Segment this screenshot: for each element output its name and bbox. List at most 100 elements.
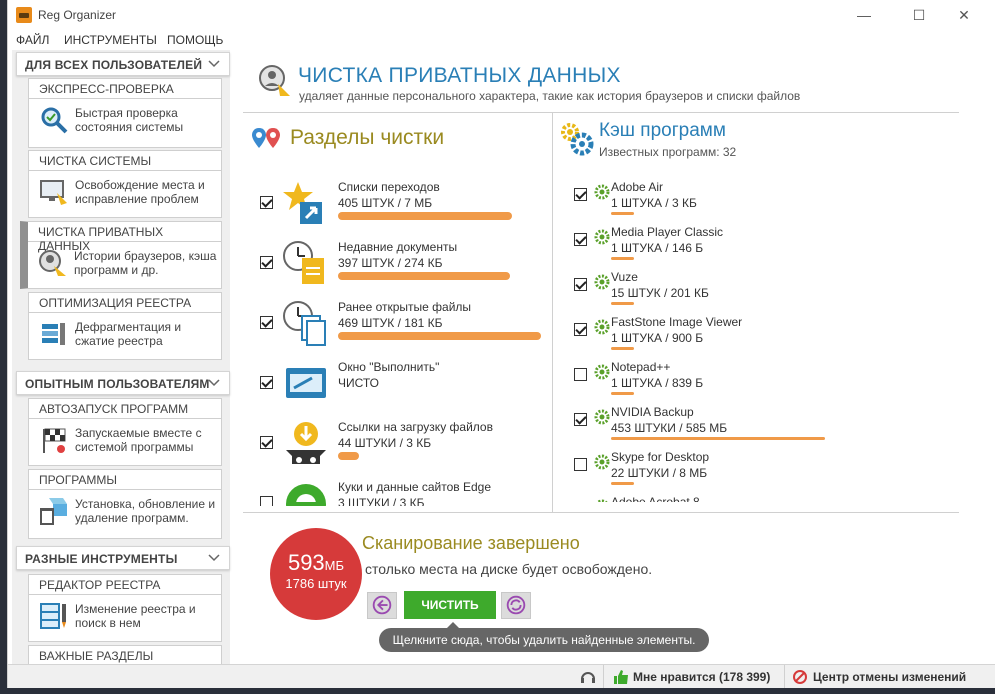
- cache-item[interactable]: Notepad++ 1 ШТУКА / 839 Б: [574, 360, 958, 400]
- undo-center-icon: [793, 670, 807, 684]
- item-checkbox[interactable]: [574, 368, 587, 381]
- item-name: Списки переходов: [338, 180, 440, 194]
- item-checkbox[interactable]: [574, 413, 587, 426]
- cleanup-item-icon: [282, 480, 330, 506]
- card-desc: Истории браузеров, кэша программ и др.: [74, 249, 217, 277]
- cache-item[interactable]: Vuze 15 ШТУК / 201 КБ: [574, 270, 958, 310]
- result-summary-circle: 593МБ 1786 штук: [270, 528, 362, 620]
- item-name: Media Player Classic: [611, 225, 724, 239]
- item-name: Ранее открытые файлы: [338, 300, 472, 314]
- item-checkbox[interactable]: [574, 188, 587, 201]
- item-checkbox[interactable]: [260, 256, 273, 269]
- arrow-left-icon: [372, 595, 392, 615]
- cleanup-item[interactable]: Окно "Выполнить" ЧИСТО: [260, 360, 552, 416]
- group-advanced-users[interactable]: ОПЫТНЫМ ПОЛЬЗОВАТЕЛЯМ: [16, 371, 230, 395]
- gear-icon: [594, 454, 610, 470]
- divider: [243, 512, 959, 513]
- cleanup-item-icon: [282, 180, 330, 228]
- thumbs-up-icon: [614, 670, 628, 684]
- nav-startup-programs[interactable]: АВТОЗАПУСК ПРОГРАММ Запускаемые вместе с…: [28, 398, 222, 466]
- item-checkbox[interactable]: [260, 376, 273, 389]
- nav-registry-optimization[interactable]: ОПТИМИЗАЦИЯ РЕЕСТРА Дефрагментация и сжа…: [28, 292, 222, 360]
- registry-editor-icon: [40, 603, 66, 629]
- magnifier-check-icon: [41, 107, 68, 134]
- map-pins-icon: [252, 128, 280, 148]
- app-window: Reg Organizer — ☐ ✕ ФАЙЛ ИНСТРУМЕНТЫ ПОМ…: [7, 0, 995, 689]
- undo-center-button[interactable]: Центр отмены изменений: [813, 670, 966, 684]
- page-subtitle: удаляет данные персонального характера, …: [299, 89, 801, 103]
- item-checkbox[interactable]: [574, 323, 587, 336]
- clean-button[interactable]: ЧИСТИТЬ: [404, 591, 496, 619]
- nav-programs[interactable]: ПРОГРАММЫ Установка, обновление и удален…: [28, 469, 222, 539]
- menu-tools[interactable]: ИНСТРУМЕНТЫ: [64, 33, 157, 47]
- gear-icon: [594, 229, 610, 245]
- cache-list: Adobe Air 1 ШТУКА / 3 КБ Media Player Clas…: [554, 170, 958, 502]
- gear-icon: [594, 409, 610, 425]
- nav-system-cleanup[interactable]: ЧИСТКА СИСТЕМЫ Освобождение места и испр…: [28, 150, 222, 218]
- cleanup-item-icon: [282, 300, 330, 348]
- like-button[interactable]: Мне нравится (178 399): [633, 670, 770, 684]
- group-label: РАЗНЫЕ ИНСТРУМЕНТЫ: [25, 552, 178, 566]
- item-checkbox[interactable]: [260, 496, 273, 506]
- cleanup-item-icon: [282, 420, 330, 468]
- item-checkbox[interactable]: [260, 316, 273, 329]
- item-size-bar: [611, 482, 634, 485]
- cleanup-item-icon: [282, 360, 330, 408]
- item-size-bar: [338, 272, 510, 280]
- item-name: Окно "Выполнить": [338, 360, 440, 374]
- item-size-bar: [611, 392, 634, 395]
- divider: [243, 112, 959, 113]
- cleanup-item[interactable]: Недавние документы 397 ШТУК / 274 КБ: [260, 240, 552, 296]
- result-count: 1786 штук: [285, 576, 347, 591]
- cache-item[interactable]: Skype for Desktop 22 ШТУКИ / 8 МБ: [574, 450, 958, 490]
- maximize-button[interactable]: ☐: [897, 4, 941, 26]
- item-name: Ссылки на загрузку файлов: [338, 420, 493, 434]
- item-name: Vuze: [611, 270, 638, 284]
- minimize-button[interactable]: —: [842, 4, 886, 26]
- chevron-down-icon: [208, 379, 220, 387]
- result-size-value: 593: [287, 550, 325, 575]
- card-desc: Освобождение места и исправление проблем: [75, 178, 205, 206]
- back-button[interactable]: [367, 592, 397, 619]
- cache-item[interactable]: FastStone Image Viewer 1 ШТУКА / 900 Б: [574, 315, 958, 355]
- window-title: Reg Organizer: [38, 8, 117, 22]
- nav-express-check[interactable]: ЭКСПРЕСС-ПРОВЕРКА Быстрая проверка состо…: [28, 78, 222, 148]
- item-name: Adobe Acrobat 8: [611, 495, 700, 502]
- divider: [552, 112, 553, 512]
- app-logo-icon: [16, 7, 32, 23]
- item-checkbox[interactable]: [260, 196, 273, 209]
- cleanup-item[interactable]: Списки переходов 405 ШТУК / 7 МБ: [260, 180, 552, 236]
- item-checkbox[interactable]: [574, 233, 587, 246]
- item-size-bar: [338, 332, 541, 340]
- menu-file[interactable]: ФАЙЛ: [16, 33, 49, 47]
- cache-item[interactable]: Adobe Acrobat 8: [574, 495, 958, 502]
- headset-icon[interactable]: [580, 669, 596, 685]
- section-subtitle-cache: Известных программ: 32: [599, 145, 737, 159]
- group-misc-tools[interactable]: РАЗНЫЕ ИНСТРУМЕНТЫ: [16, 546, 230, 570]
- refresh-icon: [506, 595, 526, 615]
- item-checkbox[interactable]: [574, 278, 587, 291]
- cleanup-item[interactable]: Ссылки на загрузку файлов 44 ШТУКИ / 3 КБ: [260, 420, 552, 476]
- cache-item[interactable]: NVIDIA Backup 453 ШТУКИ / 585 МБ: [574, 405, 958, 445]
- chevron-down-icon: [208, 554, 220, 562]
- group-all-users[interactable]: ДЛЯ ВСЕХ ПОЛЬЗОВАТЕЛЕЙ: [16, 52, 230, 76]
- cache-item[interactable]: Adobe Air 1 ШТУКА / 3 КБ: [574, 180, 958, 220]
- item-size: ЧИСТО: [338, 376, 380, 390]
- page-title: ЧИСТКА ПРИВАТНЫХ ДАННЫХ: [298, 64, 621, 87]
- cleanup-item-icon: [282, 240, 330, 288]
- monitor-broom-icon: [40, 180, 67, 205]
- rescan-button[interactable]: [501, 592, 531, 619]
- menu-help[interactable]: ПОМОЩЬ: [167, 33, 223, 47]
- close-button[interactable]: ✕: [942, 4, 986, 26]
- item-checkbox[interactable]: [574, 458, 587, 471]
- card-title: АВТОЗАПУСК ПРОГРАММ: [29, 399, 221, 419]
- cache-item[interactable]: Media Player Classic 1 ШТУКА / 146 Б: [574, 225, 958, 265]
- cleanup-item[interactable]: Куки и данные сайтов Edge 3 ШТУКИ / 3 КБ: [260, 480, 552, 506]
- item-checkbox[interactable]: [260, 436, 273, 449]
- nav-important-registry-keys[interactable]: ВАЖНЫЕ РАЗДЕЛЫ РЕЕСТРА: [28, 645, 222, 677]
- cleanup-item[interactable]: Ранее открытые файлы 469 ШТУК / 181 КБ: [260, 300, 552, 356]
- nav-registry-editor[interactable]: РЕДАКТОР РЕЕСТРА Изменение реестра и пои…: [28, 574, 222, 642]
- card-title: ВАЖНЫЕ РАЗДЕЛЫ РЕЕСТРА: [39, 649, 154, 677]
- nav-private-data-cleanup[interactable]: ЧИСТКА ПРИВАТНЫХ ДАННЫХ Истории браузеро…: [20, 221, 222, 289]
- item-size: 397 ШТУК / 274 КБ: [338, 256, 443, 270]
